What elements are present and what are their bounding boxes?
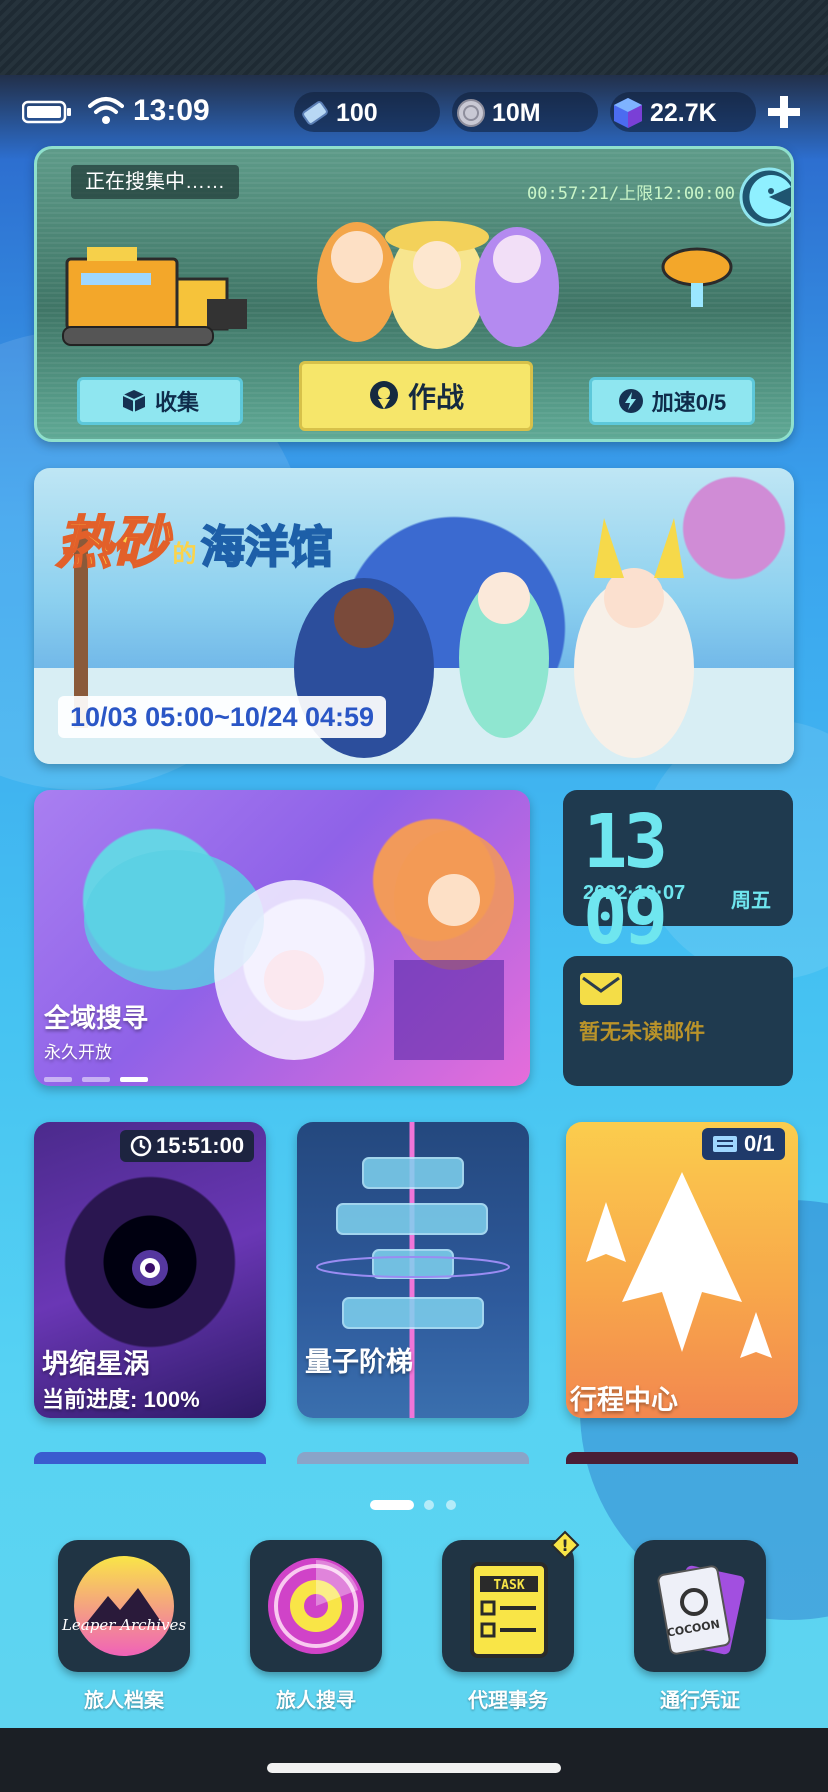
ticket-icon — [298, 96, 332, 130]
ticket-count: 100 — [336, 99, 378, 127]
event-banner[interactable]: 热砂 的 海洋馆 10/03 05:00~10/24 04:59 — [34, 468, 794, 764]
event-title-part1: 热砂 — [55, 510, 169, 575]
traveler-search-label: 旅人搜寻 — [276, 1690, 356, 1712]
traveler-archive-button[interactable]: Leaper Archives — [58, 1540, 190, 1672]
system-time: 13:09 — [133, 94, 210, 127]
itinerary-counter-badge: 0/1 — [702, 1128, 785, 1160]
gather-timer: 00:57:21/上限12:00:00 — [527, 184, 735, 204]
battery-icon — [21, 100, 72, 124]
next-row-tile — [566, 1452, 798, 1464]
global-search-tile[interactable]: 全域搜寻 永久开放 — [34, 790, 530, 1086]
vortex-progress: 当前进度: 100% — [42, 1382, 200, 1414]
quantum-ladder-tile[interactable]: 量子阶梯 — [297, 1122, 529, 1418]
next-row-tile — [297, 1452, 529, 1464]
spaceship-icon — [566, 1162, 798, 1382]
page-dot[interactable] — [446, 1500, 456, 1510]
add-currency-button[interactable] — [764, 92, 804, 132]
clock-widget: 13 09 2022·10·07 周五 — [563, 790, 793, 956]
mail-widget[interactable]: 暂无未读邮件 — [563, 956, 793, 1086]
traveler-archive-icon: Leaper Archives — [61, 1556, 186, 1656]
task-logo-text: TASK — [493, 1578, 524, 1593]
drone-icon — [657, 237, 737, 317]
itinerary-title: 行程中心 — [570, 1385, 678, 1415]
collect-button[interactable]: 收集 — [77, 377, 243, 425]
speedup-label: 加速0/5 — [651, 390, 727, 415]
vortex-timer: 15:51:00 — [156, 1133, 245, 1158]
squad-characters-illustration — [307, 207, 567, 357]
mail-status-text: 暂无未读邮件 — [579, 1021, 705, 1044]
itinerary-center-tile[interactable]: 0/1 行程中心 — [566, 1122, 798, 1418]
wifi-icon — [88, 96, 124, 126]
event-title-de: 的 — [172, 541, 197, 568]
coin-icon — [456, 98, 486, 128]
agent-tasks-label: 代理事务 — [468, 1690, 548, 1712]
archive-logo-text: Leaper Archives — [61, 1616, 186, 1634]
mail-envelope-icon — [579, 972, 623, 1006]
battle-label: 作战 — [407, 382, 464, 413]
gem-count: 22.7K — [650, 99, 717, 127]
page-dot[interactable] — [424, 1500, 434, 1510]
clock-icon — [130, 1135, 152, 1157]
traveler-search-button[interactable] — [250, 1540, 382, 1672]
excavator-machine-icon — [57, 239, 257, 349]
speedup-button[interactable]: 加速0/5 — [589, 377, 755, 425]
vortex-progress-label: 当前进度: — [42, 1387, 138, 1412]
pass-card-icon: COCOON — [657, 1565, 745, 1655]
task-alert-text: ! — [561, 1536, 568, 1555]
vortex-title: 坍缩星涡 — [42, 1349, 150, 1379]
bottom-system-bar — [0, 1728, 828, 1792]
gather-status-label: 正在搜集中…… — [71, 165, 239, 199]
radar-icon — [268, 1558, 364, 1654]
collect-label: 收集 — [154, 390, 199, 415]
pass-voucher-label: 通行凭证 — [660, 1690, 740, 1712]
task-alert-badge: ! — [550, 1530, 580, 1560]
event-title: 热砂 的 海洋馆 — [55, 498, 334, 579]
event-dates: 10/03 05:00~10/24 04:59 — [58, 696, 387, 738]
clock-weekday: 周五 — [731, 890, 771, 912]
collapsing-vortex-tile[interactable]: 15:51:00 坍缩星涡 当前进度: 100% — [34, 1122, 266, 1418]
next-row-tile — [34, 1452, 266, 1464]
page-dot-active[interactable] — [370, 1500, 414, 1510]
carousel-indicator — [44, 1070, 154, 1082]
gathering-panel[interactable]: 正在搜集中…… 00:57:21/上限12:00:00 收集 作战 加速0/5 — [34, 146, 794, 442]
box-icon — [122, 390, 146, 412]
vortex-progress-value: 100% — [143, 1387, 200, 1412]
search-tile-subtitle: 永久开放 — [44, 1043, 112, 1062]
gem-cube-icon — [612, 96, 644, 130]
app-background: 13:09 100 10M 22.7K 正在搜集中…… 00:57:21/上限1… — [0, 0, 828, 1792]
itinerary-counter: 0/1 — [744, 1131, 775, 1156]
ticket-icon — [713, 1136, 737, 1152]
vortex-timer-badge: 15:51:00 — [120, 1130, 255, 1162]
battle-button[interactable]: 作战 — [299, 361, 533, 431]
black-hole-icon — [130, 1248, 170, 1288]
coin-count: 10M — [492, 99, 541, 127]
event-title-part2: 海洋馆 — [200, 522, 334, 573]
quantum-title: 量子阶梯 — [305, 1347, 413, 1377]
pass-voucher-button[interactable]: COCOON — [634, 1540, 766, 1672]
location-pin-icon — [369, 381, 398, 409]
clock-date: 2022·10·07 — [583, 882, 686, 904]
lightning-icon — [618, 389, 643, 413]
search-tile-title: 全域搜寻 — [44, 1003, 149, 1033]
pacman-mascot-icon[interactable] — [739, 167, 791, 227]
clock-time: 13 09 — [583, 799, 668, 961]
traveler-archive-label: 旅人档案 — [84, 1690, 164, 1712]
home-indicator[interactable] — [267, 1763, 561, 1773]
